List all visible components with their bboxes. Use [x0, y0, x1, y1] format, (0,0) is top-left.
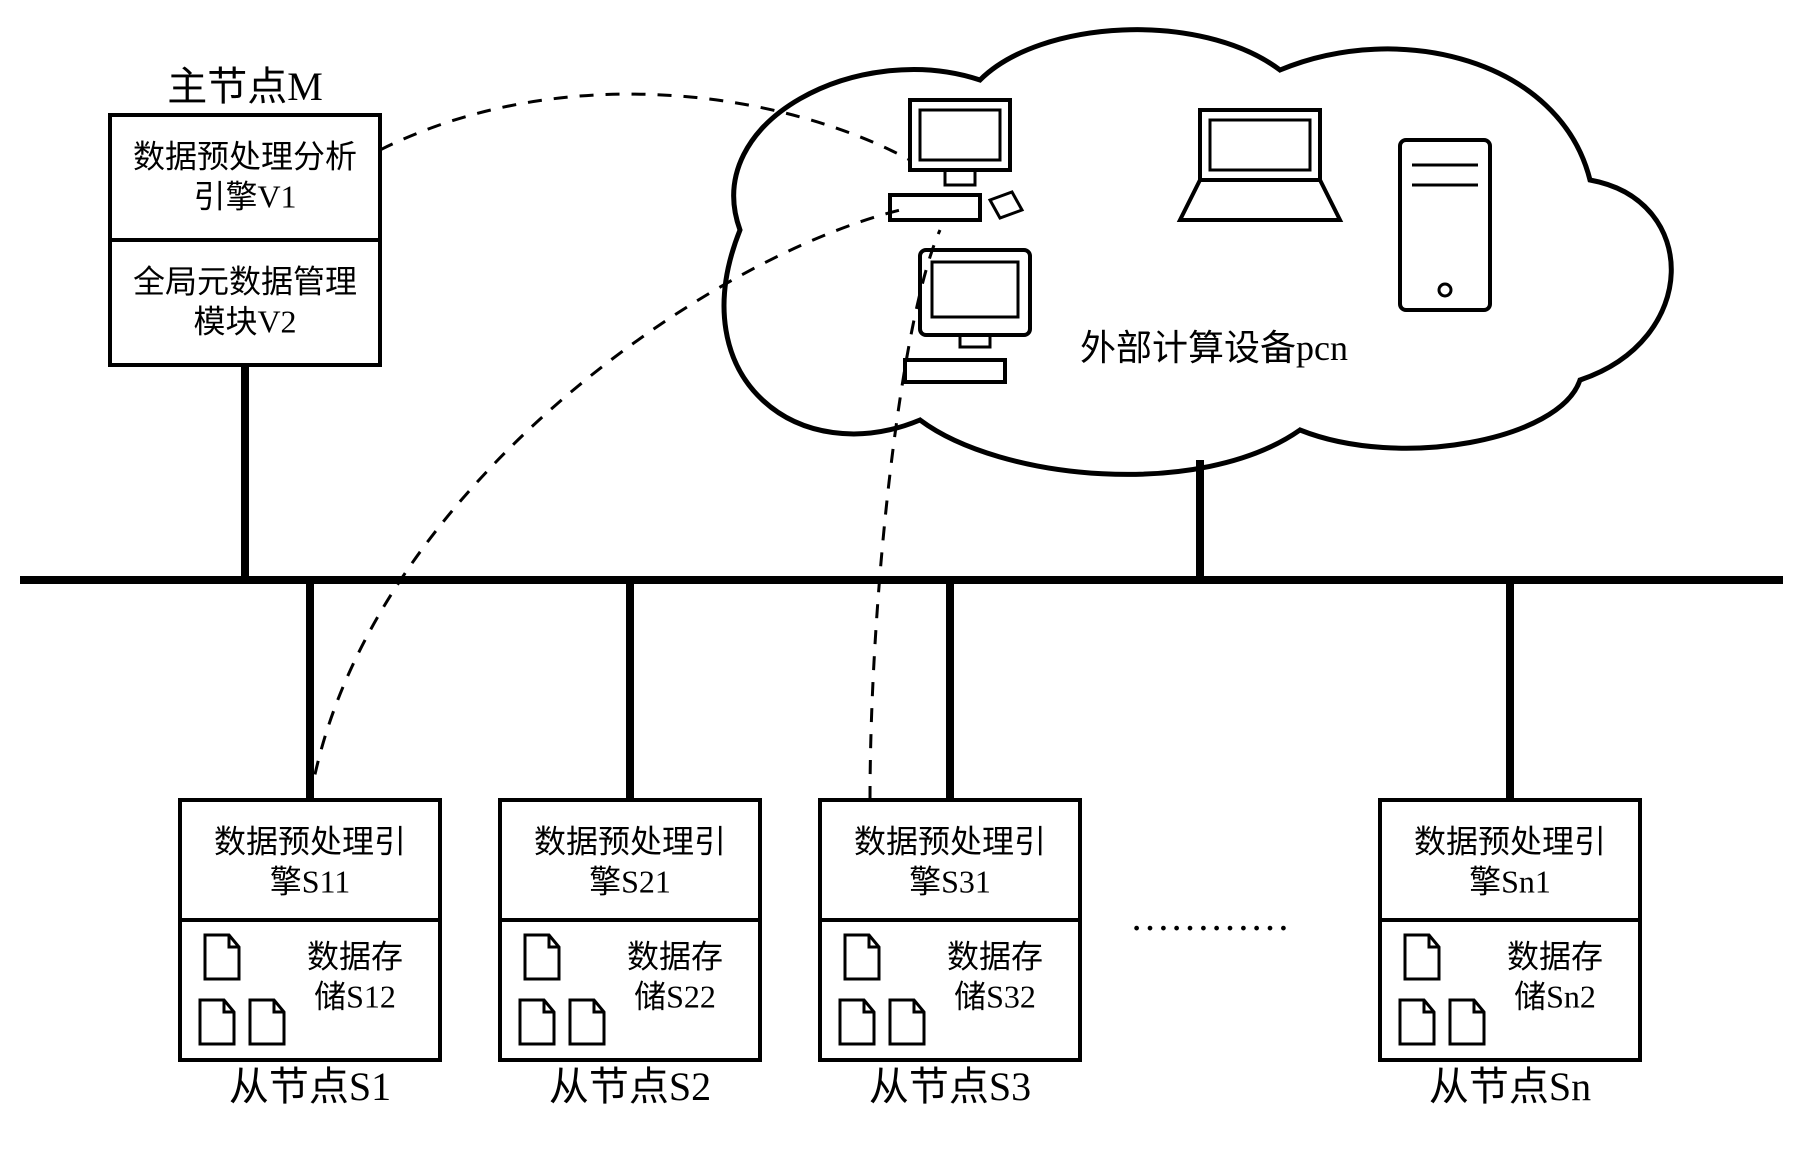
- slave-title: 从节点S2: [549, 1064, 711, 1109]
- cloud-outline: [724, 30, 1671, 475]
- document-icon: [1450, 1000, 1484, 1044]
- slave-node-sn: 数据预处理引 擎Sn1 数据存 储Sn2 从节点Sn: [1380, 580, 1640, 1109]
- slave-title: 从节点S3: [869, 1064, 1031, 1109]
- document-icon: [1400, 1000, 1434, 1044]
- document-icon: [570, 1000, 604, 1044]
- dashed-master-cloud: [380, 94, 910, 160]
- document-icon: [890, 1000, 924, 1044]
- slave-storage-line1: 数据存: [1507, 938, 1603, 974]
- slave-engine-line1: 数据预处理引: [214, 823, 406, 859]
- server-icon: [1400, 140, 1490, 310]
- document-icon: [1405, 935, 1439, 979]
- document-icon: [250, 1000, 284, 1044]
- slave-title: 从节点Sn: [1429, 1064, 1591, 1109]
- laptop-icon: [1180, 110, 1340, 220]
- master-meta-line1: 全局元数据管理: [133, 263, 357, 299]
- master-engine-line1: 数据预处理分析: [133, 138, 357, 174]
- slave-engine-line1: 数据预处理引: [1414, 823, 1606, 859]
- slave-storage-line2: 储S32: [954, 978, 1036, 1014]
- slave-engine-line1: 数据预处理引: [854, 823, 1046, 859]
- slave-engine-line2: 擎S21: [589, 863, 671, 899]
- slave-storage-line1: 数据存: [947, 938, 1043, 974]
- slave-engine-line2: 擎Sn1: [1469, 863, 1551, 899]
- document-icon: [205, 935, 239, 979]
- old-computer-icon: [905, 250, 1030, 382]
- slave-storage-line2: 储S12: [314, 978, 396, 1014]
- master-engine-line2: 引擎V1: [193, 178, 296, 214]
- ellipsis: …………: [1130, 894, 1290, 939]
- slave-node-s2: 数据预处理引 擎S21 数据存 储S22 从节点S2: [500, 580, 760, 1109]
- document-icon: [840, 1000, 874, 1044]
- diagram-canvas: 外部计算设备pcn 主节点M 数据预处理分析 引擎V1 全局元数据管理 模块V2: [0, 0, 1803, 1165]
- cloud-group: 外部计算设备pcn: [724, 30, 1671, 475]
- document-icon: [200, 1000, 234, 1044]
- slave-storage-line2: 储S22: [634, 978, 716, 1014]
- slave-engine-line2: 擎S31: [909, 863, 991, 899]
- slave-storage-line2: 储Sn2: [1514, 978, 1596, 1014]
- cloud-label: 外部计算设备pcn: [1080, 328, 1348, 368]
- slave-storage-line1: 数据存: [627, 938, 723, 974]
- slave-engine-line2: 擎S11: [270, 863, 351, 899]
- document-icon: [520, 1000, 554, 1044]
- dashed-s1-cloud: [310, 210, 900, 800]
- slave-engine-line1: 数据预处理引: [534, 823, 726, 859]
- slave-node-s3: 数据预处理引 擎S31 数据存 储S32 从节点S3: [820, 580, 1080, 1109]
- slave-title: 从节点S1: [229, 1064, 391, 1109]
- master-node: 主节点M 数据预处理分析 引擎V1 全局元数据管理 模块V2: [110, 64, 380, 580]
- master-meta-line2: 模块V2: [193, 303, 296, 339]
- document-icon: [525, 935, 559, 979]
- document-icon: [845, 935, 879, 979]
- master-title: 主节点M: [167, 64, 323, 109]
- dashed-s3-cloud: [870, 230, 940, 800]
- slave-storage-line1: 数据存: [307, 938, 403, 974]
- slave-node-s1: 数据预处理引 擎S11 数据存 储S12 从节点S1: [180, 580, 440, 1109]
